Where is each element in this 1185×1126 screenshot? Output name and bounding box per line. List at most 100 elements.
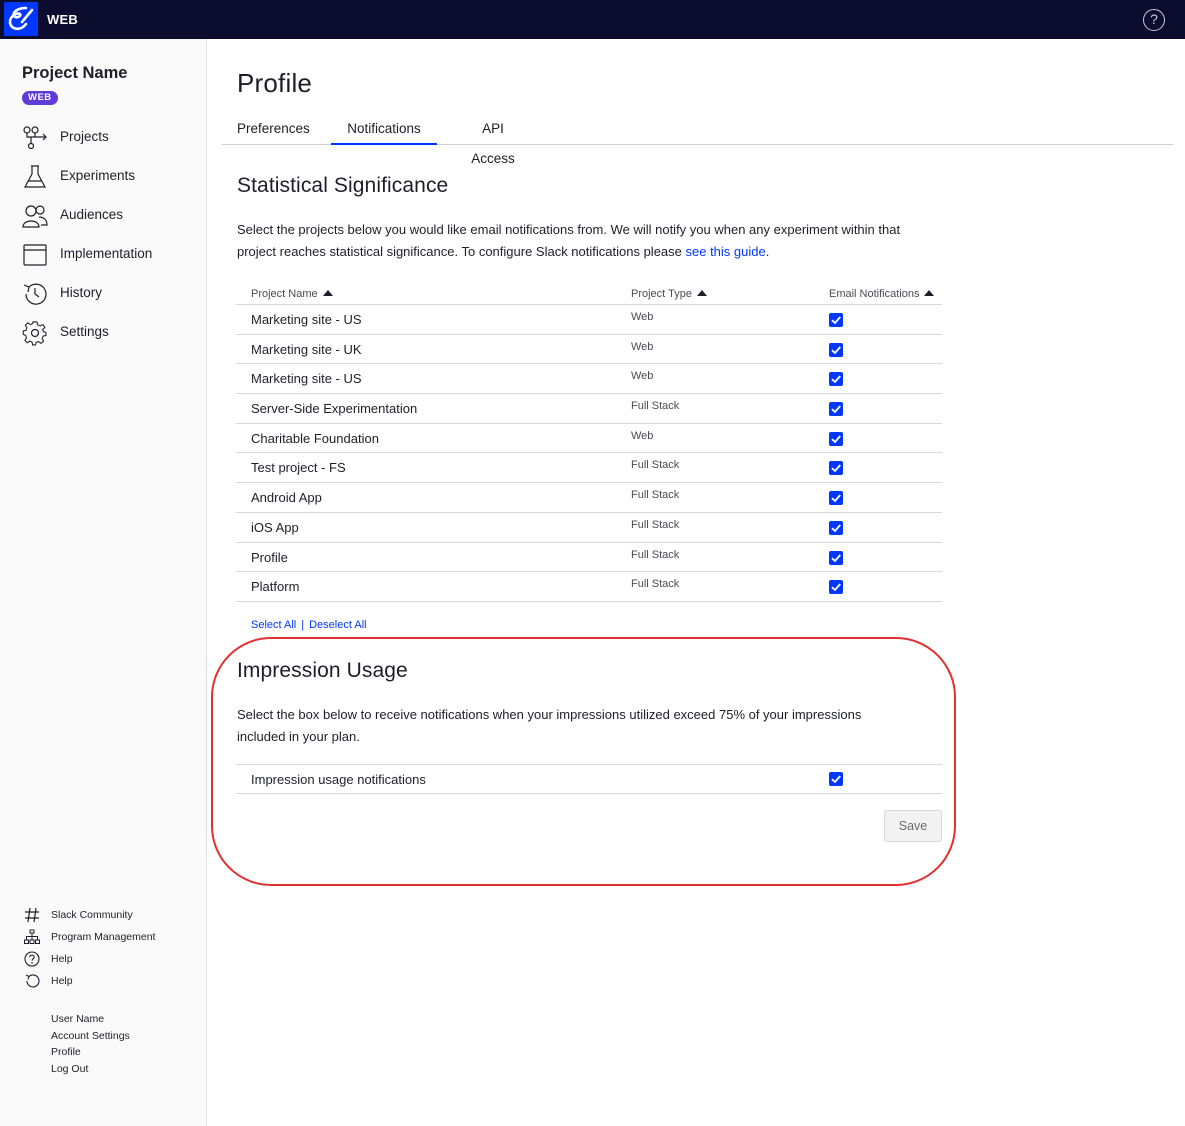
table-row: Marketing site - US Web bbox=[236, 364, 942, 395]
description-text: project reaches statistical significance… bbox=[237, 244, 686, 259]
deselect-all-link[interactable]: Deselect All bbox=[309, 619, 366, 631]
users-icon bbox=[22, 205, 48, 228]
projects-icon bbox=[23, 126, 47, 150]
check-icon bbox=[831, 524, 841, 533]
tab-preferences[interactable]: Preferences bbox=[237, 114, 310, 145]
logo-icon[interactable] bbox=[4, 2, 38, 36]
check-icon bbox=[831, 775, 841, 784]
project-name-cell: Test project - FS bbox=[251, 460, 346, 476]
sidebar-item-audiences[interactable]: Audiences bbox=[0, 196, 206, 235]
impression-usage-checkbox[interactable] bbox=[829, 772, 843, 786]
tab-notifications[interactable]: Notifications bbox=[331, 114, 437, 145]
table-row: Platform Full Stack bbox=[236, 572, 942, 602]
sort-ascending-icon bbox=[696, 290, 707, 296]
slack-community-link[interactable]: Slack Community bbox=[0, 904, 206, 926]
email-notification-checkbox[interactable] bbox=[829, 313, 843, 327]
description-line: project reaches statistical significance… bbox=[237, 241, 957, 263]
project-name-cell: Marketing site - US bbox=[251, 312, 362, 327]
selection-links: Select All | Deselect All bbox=[251, 619, 367, 631]
project-type-cell: Full Stack bbox=[631, 578, 680, 591]
tab-api-access[interactable]: API Access bbox=[459, 114, 527, 166]
table-row: Test project - FS Full Stack bbox=[236, 453, 942, 484]
guide-link[interactable]: see this guide bbox=[686, 244, 766, 259]
email-notification-checkbox[interactable] bbox=[829, 520, 843, 535]
description-line: included in your plan. bbox=[237, 729, 360, 744]
projects-table: Project Name Project Type Email Notifica… bbox=[236, 283, 942, 602]
sort-project-name[interactable]: Project Name bbox=[251, 288, 333, 300]
table-header: Project Name Project Type Email Notifica… bbox=[236, 283, 942, 305]
help-link-secondary[interactable]: Help bbox=[0, 970, 206, 992]
email-notification-checkbox[interactable] bbox=[829, 342, 843, 357]
email-notification-checkbox[interactable] bbox=[829, 372, 843, 387]
link-separator: | bbox=[301, 619, 305, 631]
project-type-cell: Full Stack bbox=[631, 489, 680, 502]
logout-link[interactable]: Log Out bbox=[51, 1061, 130, 1078]
description-line: Select the box below to receive notifica… bbox=[237, 707, 862, 722]
project-name-cell: iOS App bbox=[251, 519, 299, 535]
email-notification-checkbox[interactable] bbox=[829, 461, 843, 476]
email-notification-checkbox[interactable] bbox=[829, 491, 843, 506]
help-link[interactable]: Help bbox=[0, 948, 206, 970]
table-row: iOS App Full Stack bbox=[236, 513, 942, 543]
tab-bar: Preferences Notifications API Access bbox=[222, 114, 1173, 166]
stat-sig-heading: Statistical Significance bbox=[237, 174, 449, 197]
description-end: . bbox=[765, 244, 770, 259]
project-type-cell: Full Stack bbox=[631, 518, 680, 531]
sidebar-item-history[interactable]: History bbox=[0, 274, 206, 313]
sort-ascending-icon bbox=[322, 290, 333, 296]
sidebar-item-label: Projects bbox=[60, 129, 109, 144]
check-icon bbox=[831, 464, 841, 473]
email-notification-checkbox[interactable] bbox=[829, 431, 843, 446]
profile-link[interactable]: Profile bbox=[51, 1044, 130, 1061]
sidebar-item-projects[interactable]: Projects bbox=[0, 118, 206, 157]
select-all-link[interactable]: Select All bbox=[251, 619, 296, 631]
question-circle-icon[interactable]: ? bbox=[1143, 9, 1165, 31]
project-badge: WEB bbox=[22, 91, 58, 105]
email-notification-checkbox[interactable] bbox=[829, 550, 843, 565]
sort-project-type[interactable]: Project Type bbox=[631, 288, 707, 300]
save-button[interactable]: Save bbox=[884, 810, 942, 842]
sidebar-item-settings[interactable]: Settings bbox=[0, 313, 206, 352]
project-type-cell: Full Stack bbox=[631, 548, 680, 561]
impression-heading: Impression Usage bbox=[237, 659, 408, 682]
footer-link-label: Help bbox=[51, 975, 73, 987]
project-name-cell: Profile bbox=[251, 549, 288, 565]
table-row: Android App Full Stack bbox=[236, 483, 942, 513]
program-management-link[interactable]: Program Management bbox=[0, 926, 206, 948]
sidebar-item-label: Audiences bbox=[60, 207, 124, 222]
table-row: Marketing site - US Web bbox=[236, 305, 942, 335]
table-body: Marketing site - US Web Marketing site - U… bbox=[236, 305, 942, 602]
sort-email-notifications[interactable]: Email Notifications bbox=[829, 288, 935, 300]
project-type-cell: Web bbox=[631, 429, 654, 442]
project-type-cell: Web bbox=[631, 340, 654, 353]
sidebar-footer-links: Slack Community Program Management Help bbox=[0, 904, 206, 992]
top-bar: WEB ? bbox=[0, 0, 1185, 39]
email-notification-checkbox[interactable] bbox=[829, 402, 843, 417]
project-type-cell: Full Stack bbox=[631, 400, 680, 413]
sidebar-item-label: Settings bbox=[60, 324, 109, 339]
sidebar-item-label: History bbox=[60, 285, 103, 300]
project-name: Project Name bbox=[22, 64, 128, 82]
sidebar-item-experiments[interactable]: Experiments bbox=[0, 157, 206, 196]
account-settings-link[interactable]: Account Settings bbox=[51, 1028, 130, 1045]
check-icon bbox=[831, 553, 841, 562]
sidebar-item-label: Experiments bbox=[60, 168, 136, 183]
sort-ascending-icon bbox=[924, 290, 935, 296]
sidebar: Project Name WEB Projects Experiments Au… bbox=[0, 39, 207, 1126]
stat-sig-description: Select the projects below you would like… bbox=[237, 219, 957, 263]
footer-link-label: Program Management bbox=[51, 931, 156, 943]
user-name[interactable]: User Name bbox=[51, 1011, 130, 1028]
email-notification-checkbox[interactable] bbox=[829, 580, 843, 595]
check-icon bbox=[831, 494, 841, 503]
page-title: Profile bbox=[237, 68, 313, 98]
hierarchy-icon bbox=[24, 929, 40, 944]
user-menu: User Name Account Settings Profile Log O… bbox=[51, 1011, 130, 1078]
impression-description: Select the box below to receive notifica… bbox=[237, 704, 937, 748]
impression-usage-row: Impression usage notifications bbox=[236, 764, 942, 794]
table-row: Charitable Foundation Web bbox=[236, 424, 942, 454]
brand-label: WEB bbox=[47, 12, 78, 27]
sidebar-item-implementation[interactable]: Implementation bbox=[0, 235, 206, 274]
footer-link-label: Help bbox=[51, 953, 73, 965]
project-name-cell: Charitable Foundation bbox=[251, 430, 379, 446]
project-type-cell: Web bbox=[631, 311, 654, 323]
